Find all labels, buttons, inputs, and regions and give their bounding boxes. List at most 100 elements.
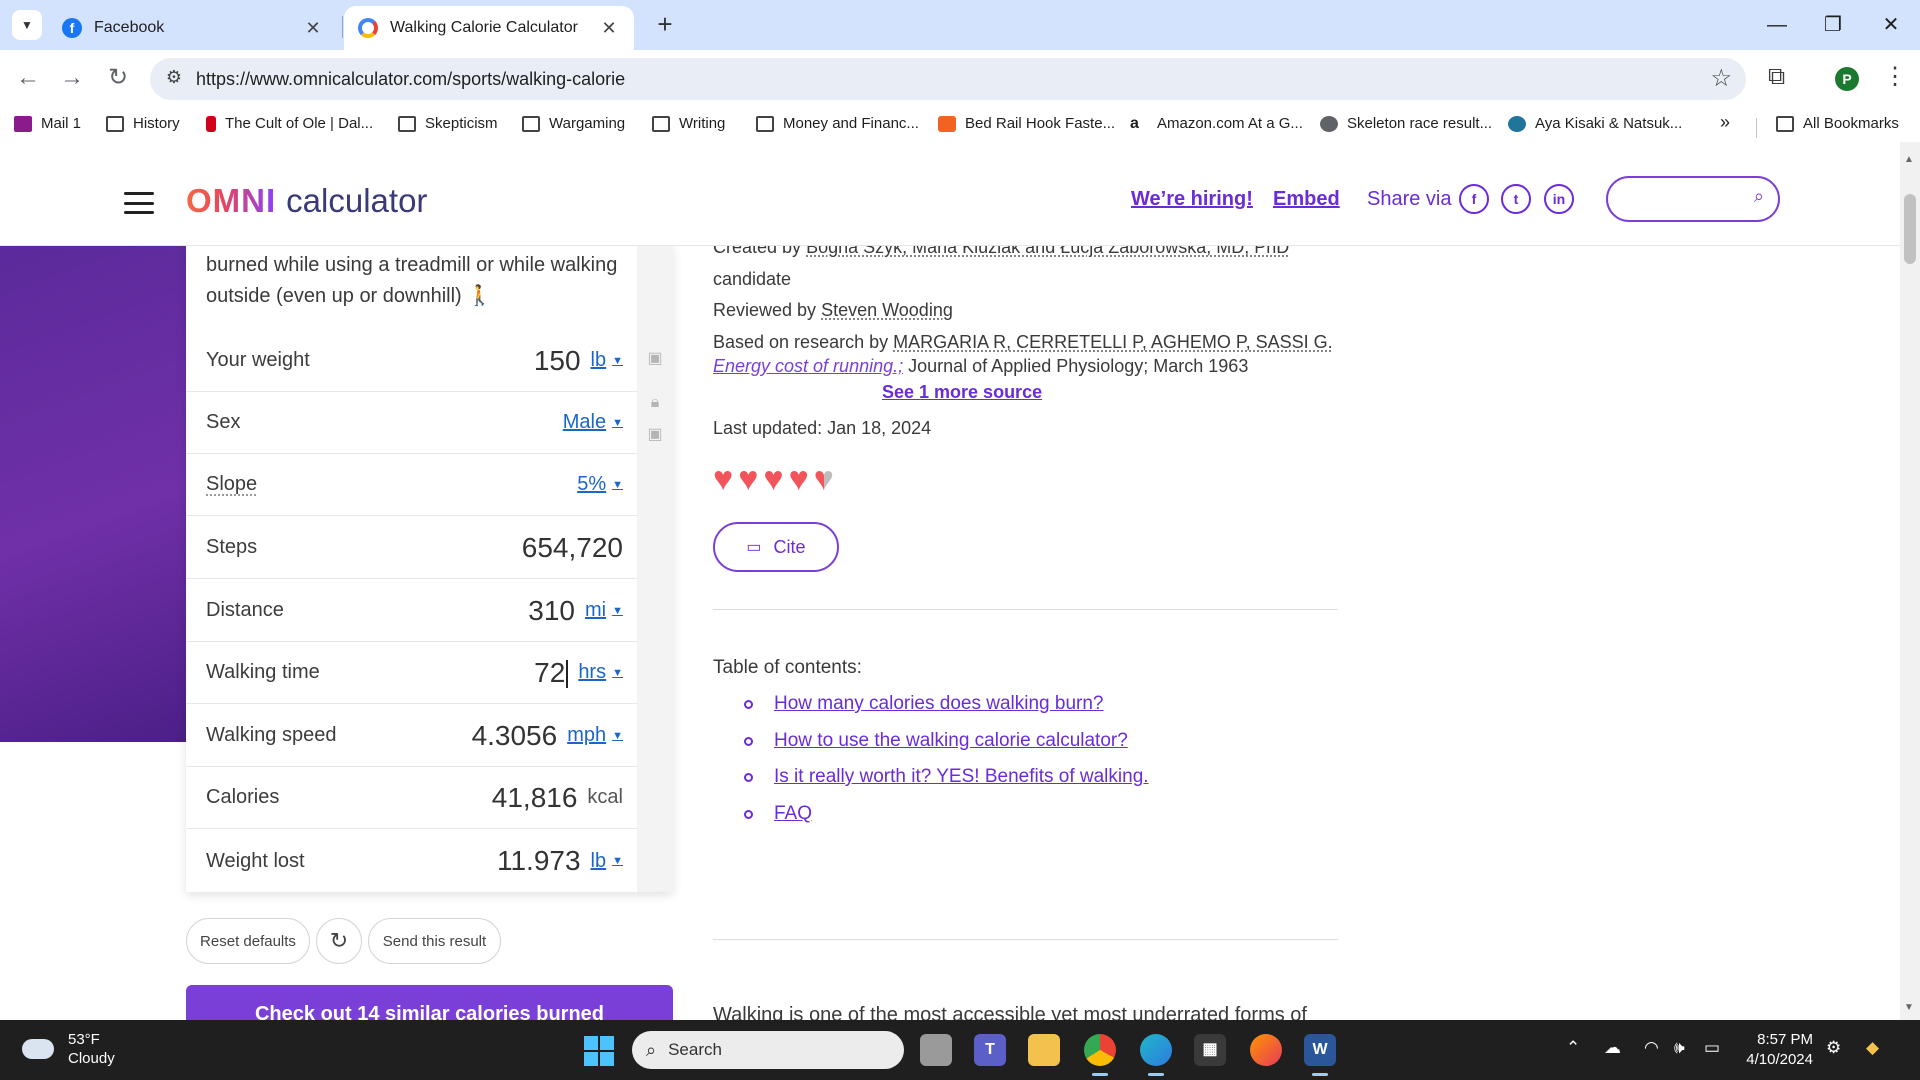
store-icon[interactable]: ▦ — [1194, 1034, 1226, 1066]
heart-icon[interactable]: ♥ — [713, 462, 733, 496]
bookmark-amazon[interactable]: a Amazon.com At a G... — [1130, 115, 1303, 132]
tab-walking-calorie[interactable]: Walking Calorie Calculator ✕ — [344, 6, 634, 50]
save-icon[interactable]: ▣ — [646, 424, 664, 444]
weather-widget[interactable]: 53°F Cloudy — [22, 1030, 115, 1068]
hiring-link[interactable]: We’re hiring! — [1131, 188, 1253, 211]
weight-input[interactable]: 150 — [534, 345, 581, 377]
scrollbar-thumb[interactable] — [1904, 194, 1916, 264]
bookmark-money[interactable]: Money and Financ... — [756, 115, 919, 132]
field-label[interactable]: Slope — [206, 473, 577, 496]
unit-select[interactable]: hrs ▼ — [578, 661, 623, 684]
bookmark-writing[interactable]: Writing — [652, 115, 725, 132]
unit-select[interactable]: mph ▼ — [567, 724, 623, 747]
firefox-icon[interactable] — [1250, 1034, 1282, 1066]
start-button[interactable] — [584, 1036, 614, 1066]
profile-avatar[interactable]: P — [1835, 67, 1859, 91]
unit-select[interactable]: lb ▼ — [591, 349, 623, 372]
tab-search-button[interactable]: ▼ — [12, 10, 42, 40]
scroll-up-icon[interactable]: ▲ — [1904, 154, 1914, 165]
volume-icon[interactable]: 🕪︎ — [1674, 1038, 1685, 1058]
copilot-icon[interactable]: ◆ — [1866, 1038, 1879, 1058]
chrome-icon[interactable] — [1084, 1034, 1116, 1076]
see-more-sources-link[interactable]: See 1 more source — [882, 382, 1042, 403]
address-bar[interactable]: ⚙ https://www.omnicalculator.com/sports/… — [150, 58, 1746, 100]
more-menu-icon[interactable]: ⋮ — [1883, 62, 1907, 91]
research-title-link[interactable]: Energy cost of running.; — [713, 356, 903, 376]
bookmark-mail[interactable]: Mail 1 — [14, 115, 81, 132]
toc-link[interactable]: How to use the walking calorie calculato… — [744, 730, 1128, 752]
bookmark-wargaming[interactable]: Wargaming — [522, 115, 625, 132]
embed-link[interactable]: Embed — [1273, 188, 1340, 211]
all-bookmarks-button[interactable]: All Bookmarks — [1776, 115, 1899, 132]
weight-lost-input[interactable]: 11.973 — [497, 845, 581, 877]
rating-hearts[interactable]: ♥ ♥ ♥ ♥ ♥ — [713, 462, 834, 496]
settings-gear-icon[interactable]: ⚙ — [1826, 1038, 1841, 1058]
tab-facebook[interactable]: f Facebook ✕ — [48, 6, 338, 50]
chevron-up-icon[interactable]: ⌃ — [1566, 1038, 1580, 1058]
bookmark-bed-rail[interactable]: Bed Rail Hook Faste... — [938, 115, 1115, 132]
calories-input[interactable]: 41,816 — [492, 782, 578, 814]
window-close-icon[interactable]: ✕ — [1866, 8, 1916, 42]
extensions-puzzle-icon[interactable]: ⧉ — [1768, 63, 1785, 91]
system-clock[interactable]: 8:57 PM 4/10/2024 — [1745, 1030, 1813, 1070]
heart-icon[interactable]: ♥ — [738, 462, 758, 496]
battery-icon[interactable]: ▭ — [1704, 1038, 1720, 1058]
wifi-icon[interactable]: ◠ — [1644, 1038, 1659, 1058]
facebook-share-icon[interactable]: f — [1459, 184, 1489, 214]
site-search-input[interactable]: ⌕ — [1606, 176, 1780, 222]
bookmark-star-icon[interactable]: ☆ — [1710, 64, 1732, 93]
onedrive-icon[interactable]: ☁ — [1604, 1038, 1621, 1058]
toc-link[interactable]: FAQ — [744, 803, 812, 825]
bookmark-cult-of-ole[interactable]: The Cult of Ole | Dal... — [206, 115, 373, 132]
save-icon[interactable]: ▣ — [646, 348, 664, 368]
site-info-icon[interactable]: ⚙ — [162, 67, 186, 91]
bookmark-aya-kisaki[interactable]: Aya Kisaki & Natsuk... — [1508, 115, 1682, 132]
taskbar-search[interactable]: ⌕ Search — [632, 1031, 904, 1069]
teams-icon[interactable]: T — [974, 1034, 1006, 1066]
bookmark-history[interactable]: History — [106, 115, 180, 132]
bookmark-skepticism[interactable]: Skepticism — [398, 115, 498, 132]
cite-button[interactable]: ▭ Cite — [713, 522, 839, 572]
heart-icon[interactable]: ♥ — [789, 462, 809, 496]
linkedin-share-icon[interactable]: in — [1544, 184, 1574, 214]
edge-icon[interactable] — [1140, 1034, 1172, 1076]
new-tab-button[interactable]: + — [650, 10, 680, 40]
lock-icon[interactable]: 🔒︎ — [646, 394, 664, 414]
task-view-icon[interactable] — [920, 1034, 952, 1066]
sex-select[interactable]: Male ▼ — [563, 411, 623, 434]
omni-logo[interactable]: OMNI calculator — [186, 182, 427, 220]
similar-calculators-button[interactable]: Check out 14 similar calories burned — [186, 985, 673, 1020]
url-text[interactable]: https://www.omnicalculator.com/sports/wa… — [196, 69, 625, 90]
distance-input[interactable]: 310 — [528, 595, 575, 627]
word-icon[interactable]: W — [1304, 1034, 1336, 1076]
walking-time-input[interactable]: 72 — [534, 657, 569, 689]
hamburger-menu-icon[interactable] — [124, 192, 154, 214]
slope-select[interactable]: 5% ▼ — [577, 473, 623, 496]
close-icon[interactable]: ✕ — [302, 18, 324, 39]
heart-icon[interactable]: ♥ — [763, 462, 783, 496]
search-icon[interactable]: ⌕ — [1754, 186, 1764, 207]
scroll-down-icon[interactable]: ▼ — [1904, 1002, 1914, 1013]
toc-link[interactable]: How many calories does walking burn? — [744, 693, 1104, 715]
back-arrow-icon[interactable]: ← — [10, 60, 46, 96]
minimize-icon[interactable]: — — [1752, 8, 1802, 42]
reset-defaults-button[interactable]: Reset defaults — [186, 918, 310, 964]
toc-link[interactable]: Is it really worth it? YES! Benefits of … — [744, 766, 1149, 788]
unit-select[interactable]: lb ▼ — [591, 850, 623, 873]
close-icon[interactable]: ✕ — [598, 18, 620, 39]
reviewer-link[interactable]: Steven Wooding — [821, 300, 953, 320]
page-scrollbar[interactable]: ▲ ▼ — [1900, 142, 1920, 1020]
reload-icon[interactable]: ↻ — [316, 918, 362, 964]
steps-input[interactable]: 654,720 — [522, 532, 623, 564]
twitter-share-icon[interactable]: t — [1501, 184, 1531, 214]
walking-speed-input[interactable]: 4.3056 — [472, 720, 558, 752]
half-heart-icon[interactable]: ♥ — [814, 462, 834, 496]
send-result-button[interactable]: Send this result — [368, 918, 501, 964]
forward-arrow-icon[interactable]: → — [54, 60, 90, 96]
bookmark-skeleton[interactable]: Skeleton race result... — [1320, 115, 1492, 132]
bookmarks-overflow-button[interactable]: » — [1720, 112, 1730, 133]
restore-icon[interactable]: ❐ — [1808, 8, 1858, 42]
reload-icon[interactable]: ↻ — [100, 60, 136, 96]
unit-select[interactable]: mi ▼ — [585, 599, 623, 622]
file-explorer-icon[interactable] — [1028, 1034, 1060, 1066]
